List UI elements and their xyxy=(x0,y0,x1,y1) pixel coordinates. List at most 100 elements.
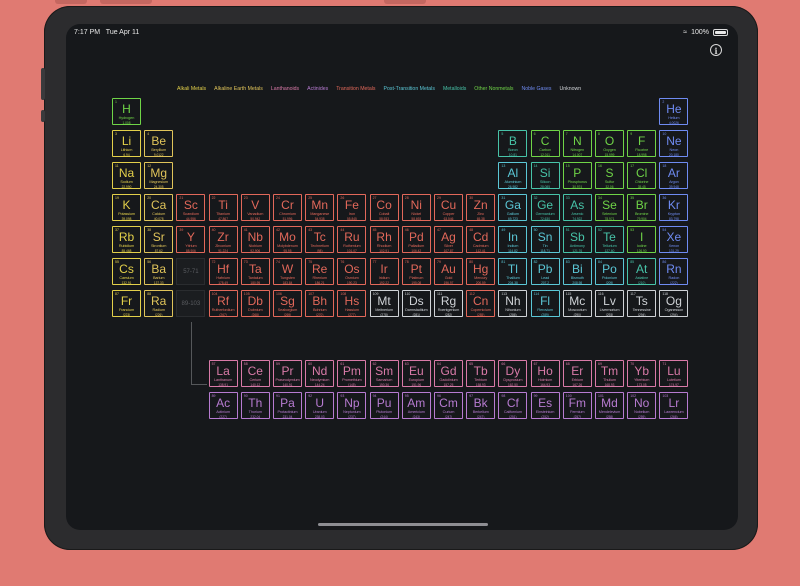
element-tile[interactable]: 82 Pb Lead 207.2 xyxy=(530,258,560,285)
element-tile[interactable]: 80 Hg Mercury 200.59 xyxy=(466,258,496,285)
element-tile[interactable]: 103 Lr Lawrencium (266) xyxy=(659,392,689,419)
element-tile[interactable]: 116 Lv Livermorium (293) xyxy=(595,290,624,317)
element-tile[interactable]: 114 Fl Flerovium (289) xyxy=(530,290,560,317)
element-tile[interactable]: 41 Nb Niobium 92.906 xyxy=(240,226,270,253)
element-tile[interactable]: 55 Cs Caesium 132.91 xyxy=(112,258,141,285)
element-tile[interactable]: 102 No Nobelium (259) xyxy=(627,392,657,419)
element-tile[interactable]: 51 Sb Antimony 121.76 xyxy=(562,226,592,253)
element-tile[interactable]: 13 Al Aluminium 26.982 xyxy=(498,162,528,189)
element-tile[interactable]: 105 Db Dubnium (268) xyxy=(240,290,270,317)
element-tile[interactable]: 18 Ar Argon 39.948 xyxy=(659,162,689,189)
home-indicator[interactable] xyxy=(318,523,488,526)
element-tile[interactable]: 27 Co Cobalt 58.933 xyxy=(369,194,399,221)
element-tile[interactable]: 16 S Sulfur 32.06 xyxy=(595,162,624,189)
element-tile[interactable]: 12 Mg Magnesium 24.305 xyxy=(144,162,174,189)
element-tile[interactable]: 57 La Lanthanum 138.91 xyxy=(208,360,238,387)
element-tile[interactable]: 100 Fm Fermium (257) xyxy=(562,392,592,419)
element-tile[interactable]: 5 B Boron 10.81 xyxy=(498,130,528,157)
element-tile[interactable]: 44 Ru Ruthenium 101.07 xyxy=(337,226,367,253)
element-tile[interactable]: 7 N Nitrogen 14.007 xyxy=(562,130,592,157)
element-tile[interactable]: 17 Cl Chlorine 35.45 xyxy=(627,162,657,189)
element-tile[interactable]: 98 Cf Californium (251) xyxy=(498,392,528,419)
element-tile[interactable]: 88 Ra Radium (226) xyxy=(144,290,174,317)
element-tile[interactable]: 96 Cm Curium (247) xyxy=(434,392,463,419)
element-tile[interactable]: 91 Pa Protactinium 231.04 xyxy=(273,392,302,419)
element-tile[interactable]: 40 Zr Zirconium 91.224 xyxy=(208,226,238,253)
element-tile[interactable]: 1 H Hydrogen 1.008 xyxy=(112,98,141,125)
element-tile[interactable]: 69 Tm Thulium 168.93 xyxy=(595,360,624,387)
element-tile[interactable]: 19 K Potassium 39.098 xyxy=(112,194,141,221)
element-tile[interactable]: 94 Pu Plutonium (244) xyxy=(369,392,399,419)
element-tile[interactable]: 26 Fe Iron 55.845 xyxy=(337,194,367,221)
element-tile[interactable]: 84 Po Polonium (209) xyxy=(595,258,624,285)
element-tile[interactable]: 54 Xe Xenon 131.29 xyxy=(659,226,689,253)
element-tile[interactable]: 66 Dy Dysprosium 162.50 xyxy=(498,360,528,387)
element-tile[interactable]: 63 Eu Europium 151.96 xyxy=(401,360,431,387)
element-tile[interactable]: 34 Se Selenium 78.971 xyxy=(595,194,624,221)
element-tile[interactable]: 117 Ts Tennessine (294) xyxy=(627,290,657,317)
element-tile[interactable]: 73 Ta Tantalum 180.95 xyxy=(240,258,270,285)
element-tile[interactable]: 29 Cu Copper 63.546 xyxy=(434,194,463,221)
element-tile[interactable]: 59 Pr Praseodymium 140.91 xyxy=(273,360,302,387)
element-tile[interactable]: 68 Er Erbium 167.26 xyxy=(562,360,592,387)
element-tile[interactable]: 25 Mn Manganese 54.938 xyxy=(305,194,335,221)
element-tile[interactable]: 46 Pd Palladium 106.42 xyxy=(401,226,431,253)
element-tile[interactable]: 42 Mo Molybdenum 95.95 xyxy=(273,226,302,253)
element-tile[interactable]: 79 Au Gold 196.97 xyxy=(434,258,463,285)
element-tile[interactable]: 6 C Carbon 12.011 xyxy=(530,130,560,157)
element-tile[interactable]: 32 Ge Germanium 72.630 xyxy=(530,194,560,221)
element-tile[interactable]: 77 Ir Iridium 192.22 xyxy=(369,258,399,285)
element-tile[interactable]: 9 F Fluorine 18.998 xyxy=(627,130,657,157)
element-tile[interactable]: 36 Kr Krypton 83.798 xyxy=(659,194,689,221)
element-tile[interactable]: 31 Ga Gallium 69.723 xyxy=(498,194,528,221)
element-tile[interactable]: 113 Nh Nihonium (286) xyxy=(498,290,528,317)
element-tile[interactable]: 92 U Uranium 238.03 xyxy=(305,392,335,419)
element-tile[interactable]: 61 Pm Promethium (145) xyxy=(337,360,367,387)
element-tile[interactable]: 28 Ni Nickel 58.693 xyxy=(401,194,431,221)
element-tile[interactable]: 97 Bk Berkelium (247) xyxy=(466,392,496,419)
element-tile[interactable]: 50 Sn Tin 118.71 xyxy=(530,226,560,253)
element-tile[interactable]: 11 Na Sodium 22.990 xyxy=(112,162,141,189)
element-tile[interactable]: 107 Bh Bohrium (270) xyxy=(305,290,335,317)
element-tile[interactable]: 64 Gd Gadolinium 157.25 xyxy=(434,360,463,387)
element-tile[interactable]: 15 P Phosphorus 30.974 xyxy=(562,162,592,189)
element-tile[interactable]: 118 Og Oganesson (294) xyxy=(659,290,689,317)
element-tile[interactable]: 22 Ti Titanium 47.867 xyxy=(208,194,238,221)
element-tile[interactable]: 60 Nd Neodymium 144.24 xyxy=(305,360,335,387)
element-tile[interactable]: 30 Zn Zinc 65.38 xyxy=(466,194,496,221)
element-tile[interactable]: 101 Md Mendelevium (258) xyxy=(595,392,624,419)
element-tile[interactable]: 4 Be Beryllium 9.0122 xyxy=(144,130,174,157)
element-tile[interactable]: 89 Ac Actinium (227) xyxy=(208,392,238,419)
element-tile[interactable]: 65 Tb Terbium 158.93 xyxy=(466,360,496,387)
element-tile[interactable]: 47 Ag Silver 107.87 xyxy=(434,226,463,253)
element-tile[interactable]: 2 He Helium 4.0026 xyxy=(659,98,689,125)
element-tile[interactable]: 109 Mt Meitnerium (278) xyxy=(369,290,399,317)
element-tile[interactable]: 76 Os Osmium 190.23 xyxy=(337,258,367,285)
element-tile[interactable]: 52 Te Tellurium 127.60 xyxy=(595,226,624,253)
element-tile[interactable]: 93 Np Neptunium (237) xyxy=(337,392,367,419)
element-tile[interactable]: 74 W Tungsten 183.84 xyxy=(273,258,302,285)
element-tile[interactable]: 104 Rf Rutherfordium (267) xyxy=(208,290,238,317)
element-tile[interactable]: 111 Rg Roentgenium (282) xyxy=(434,290,463,317)
element-tile[interactable]: 90 Th Thorium 232.04 xyxy=(240,392,270,419)
element-tile[interactable]: 58 Ce Cerium 140.12 xyxy=(240,360,270,387)
element-tile[interactable]: 48 Cd Cadmium 112.41 xyxy=(466,226,496,253)
element-tile[interactable]: 70 Yb Ytterbium 173.05 xyxy=(627,360,657,387)
element-tile[interactable]: 56 Ba Barium 137.33 xyxy=(144,258,174,285)
element-tile[interactable]: 67 Ho Holmium 164.93 xyxy=(530,360,560,387)
element-tile[interactable]: 45 Rh Rhodium 102.91 xyxy=(369,226,399,253)
element-tile[interactable]: 62 Sm Samarium 150.36 xyxy=(369,360,399,387)
element-tile[interactable]: 71 Lu Lutetium 174.97 xyxy=(659,360,689,387)
element-tile[interactable]: 112 Cn Copernicium (285) xyxy=(466,290,496,317)
element-tile[interactable]: 38 Sr Strontium 87.62 xyxy=(144,226,174,253)
element-tile[interactable]: 72 Hf Hafnium 178.49 xyxy=(208,258,238,285)
element-tile[interactable]: 99 Es Einsteinium (252) xyxy=(530,392,560,419)
element-tile[interactable]: 39 Y Yttrium 88.906 xyxy=(176,226,206,253)
element-tile[interactable]: 110 Ds Darmstadtium (281) xyxy=(401,290,431,317)
element-tile[interactable]: 85 At Astatine (210) xyxy=(627,258,657,285)
element-tile[interactable]: 75 Re Rhenium 186.21 xyxy=(305,258,335,285)
element-tile[interactable]: 106 Sg Seaborgium (269) xyxy=(273,290,302,317)
element-tile[interactable]: 95 Am Americium (243) xyxy=(401,392,431,419)
element-tile[interactable]: 33 As Arsenic 74.922 xyxy=(562,194,592,221)
element-tile[interactable]: 35 Br Bromine 79.904 xyxy=(627,194,657,221)
